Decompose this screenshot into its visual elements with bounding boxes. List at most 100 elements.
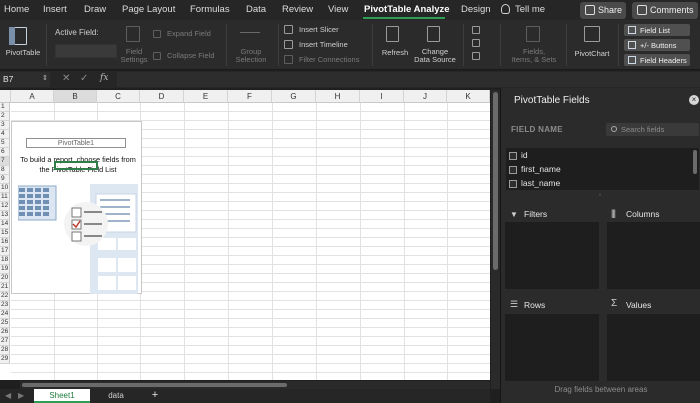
tab-formulas[interactable]: Formulas [190, 4, 230, 15]
row-header-3[interactable]: 3 [0, 121, 10, 130]
tab-data[interactable]: Data [246, 4, 266, 15]
column-header-e[interactable]: E [184, 90, 228, 103]
field-list-scroll-thumb[interactable] [693, 150, 697, 174]
field-item-first-name[interactable]: first_name [508, 163, 561, 177]
row-header-11[interactable]: 11 [0, 193, 10, 202]
tab-home[interactable]: Home [4, 4, 29, 15]
row-header-12[interactable]: 12 [0, 202, 10, 211]
rows-drop-area[interactable] [505, 314, 599, 381]
field-item-id[interactable]: id [508, 149, 528, 163]
sheet-tab-sheet1[interactable]: Sheet1 [34, 389, 90, 403]
column-header-a[interactable]: A [11, 90, 54, 103]
row-header-22[interactable]: 22 [0, 292, 10, 301]
cancel-icon[interactable]: ✕ [62, 73, 70, 84]
spreadsheet-grid[interactable]: A B C D E F G H I J K 1 2 3 4 5 6 7 8 9 … [0, 90, 490, 380]
row-header-19[interactable]: 19 [0, 265, 10, 274]
field-checkbox[interactable] [509, 180, 517, 188]
column-header-c[interactable]: C [97, 90, 140, 103]
row-header-4[interactable]: 4 [0, 130, 10, 139]
column-header-d[interactable]: D [140, 90, 184, 103]
enter-icon[interactable]: ✓ [80, 73, 88, 84]
selected-cell-b7[interactable] [54, 161, 98, 170]
row-header-24[interactable]: 24 [0, 310, 10, 319]
close-icon[interactable]: × [689, 95, 699, 105]
actions-buttons[interactable] [470, 26, 492, 62]
vertical-scroll-thumb[interactable] [493, 92, 498, 270]
row-header-5[interactable]: 5 [0, 139, 10, 148]
insert-timeline-button[interactable]: Insert Timeline [284, 40, 364, 50]
select-all-corner[interactable] [0, 90, 11, 103]
values-drop-area[interactable] [607, 314, 700, 381]
change-data-source-button[interactable]: Change Data Source [412, 24, 458, 66]
column-header-b[interactable]: B [54, 90, 97, 103]
pivottable-button[interactable]: PivotTable [4, 23, 42, 67]
row-header-28[interactable]: 28 [0, 346, 10, 355]
row-header-23[interactable]: 23 [0, 301, 10, 310]
tab-pivottable-analyze[interactable]: PivotTable Analyze [364, 4, 450, 15]
function-icon[interactable]: fx [100, 73, 108, 83]
field-item-last-name[interactable]: last_name [508, 177, 560, 191]
horizontal-scroll-thumb[interactable] [22, 383, 287, 387]
scroll-right-icon[interactable]: ▶ [18, 391, 24, 400]
row-header-7[interactable]: 7 [0, 157, 10, 166]
comments-button[interactable]: Comments [632, 2, 698, 19]
columns-drop-area[interactable] [607, 222, 700, 289]
row-header-16[interactable]: 16 [0, 238, 10, 247]
filter-connections-button[interactable]: Filter Connections [284, 55, 368, 65]
row-header-21[interactable]: 21 [0, 283, 10, 292]
field-checkbox[interactable] [509, 166, 517, 174]
column-header-f[interactable]: F [228, 90, 272, 103]
scroll-left-icon[interactable]: ◀ [5, 391, 11, 400]
tab-review[interactable]: Review [282, 4, 313, 15]
field-list-toggle[interactable]: Field List [624, 24, 690, 36]
row-header-29[interactable]: 29 [0, 355, 10, 364]
column-header-g[interactable]: G [272, 90, 316, 103]
row-header-14[interactable]: 14 [0, 220, 10, 229]
expand-field-button[interactable]: Expand Field [153, 29, 215, 39]
row-header-20[interactable]: 20 [0, 274, 10, 283]
row-header-27[interactable]: 27 [0, 337, 10, 346]
active-field-input[interactable] [55, 44, 117, 58]
tab-page-layout[interactable]: Page Layout [122, 4, 175, 15]
row-header-10[interactable]: 10 [0, 184, 10, 193]
row-header-15[interactable]: 15 [0, 229, 10, 238]
tell-me-search[interactable]: Tell me [515, 4, 545, 15]
name-box-dropdown-icon[interactable]: ⇕ [42, 74, 48, 82]
horizontal-scrollbar[interactable] [20, 381, 490, 389]
row-header-18[interactable]: 18 [0, 256, 10, 265]
column-header-k[interactable]: K [447, 90, 490, 103]
field-list[interactable]: id first_name last_name [506, 148, 699, 190]
row-header-9[interactable]: 9 [0, 175, 10, 184]
row-header-8[interactable]: 8 [0, 166, 10, 175]
refresh-button[interactable]: Refresh [378, 24, 412, 66]
buttons-toggle[interactable]: +/- Buttons [624, 39, 690, 51]
row-header-6[interactable]: 6 [0, 148, 10, 157]
resize-handle-icon[interactable]: • [599, 193, 601, 199]
add-sheet-button[interactable]: + [145, 389, 165, 403]
tab-draw[interactable]: Draw [84, 4, 106, 15]
tab-view[interactable]: View [328, 4, 348, 15]
row-header-25[interactable]: 25 [0, 319, 10, 328]
column-header-i[interactable]: I [360, 90, 404, 103]
tab-design[interactable]: Design [461, 4, 491, 15]
field-headers-toggle[interactable]: Field Headers [624, 54, 690, 66]
vertical-scrollbar[interactable] [491, 90, 500, 389]
sheet-tab-data[interactable]: data [90, 389, 142, 403]
field-checkbox[interactable] [509, 152, 517, 160]
field-settings-button[interactable]: Field Settings [119, 24, 149, 66]
group-selection-button[interactable]: Group Selection [232, 24, 270, 66]
tab-insert[interactable]: Insert [43, 4, 67, 15]
fields-items-sets-button[interactable]: Fields, Items, & Sets [506, 24, 562, 66]
share-button[interactable]: Share [580, 2, 626, 19]
insert-slicer-button[interactable]: Insert Slicer [284, 25, 364, 35]
filters-drop-area[interactable] [505, 222, 599, 289]
row-header-26[interactable]: 26 [0, 328, 10, 337]
column-header-j[interactable]: J [404, 90, 447, 103]
column-header-h[interactable]: H [316, 90, 360, 103]
row-header-2[interactable]: 2 [0, 112, 10, 121]
pivottable-placeholder[interactable]: PivotTable1 To build a report, choose fi… [11, 121, 142, 294]
row-header-1[interactable]: 1 [0, 103, 10, 112]
collapse-field-button[interactable]: Collapse Field [153, 51, 219, 61]
row-header-17[interactable]: 17 [0, 247, 10, 256]
search-fields-input[interactable]: Search fields [606, 123, 699, 136]
